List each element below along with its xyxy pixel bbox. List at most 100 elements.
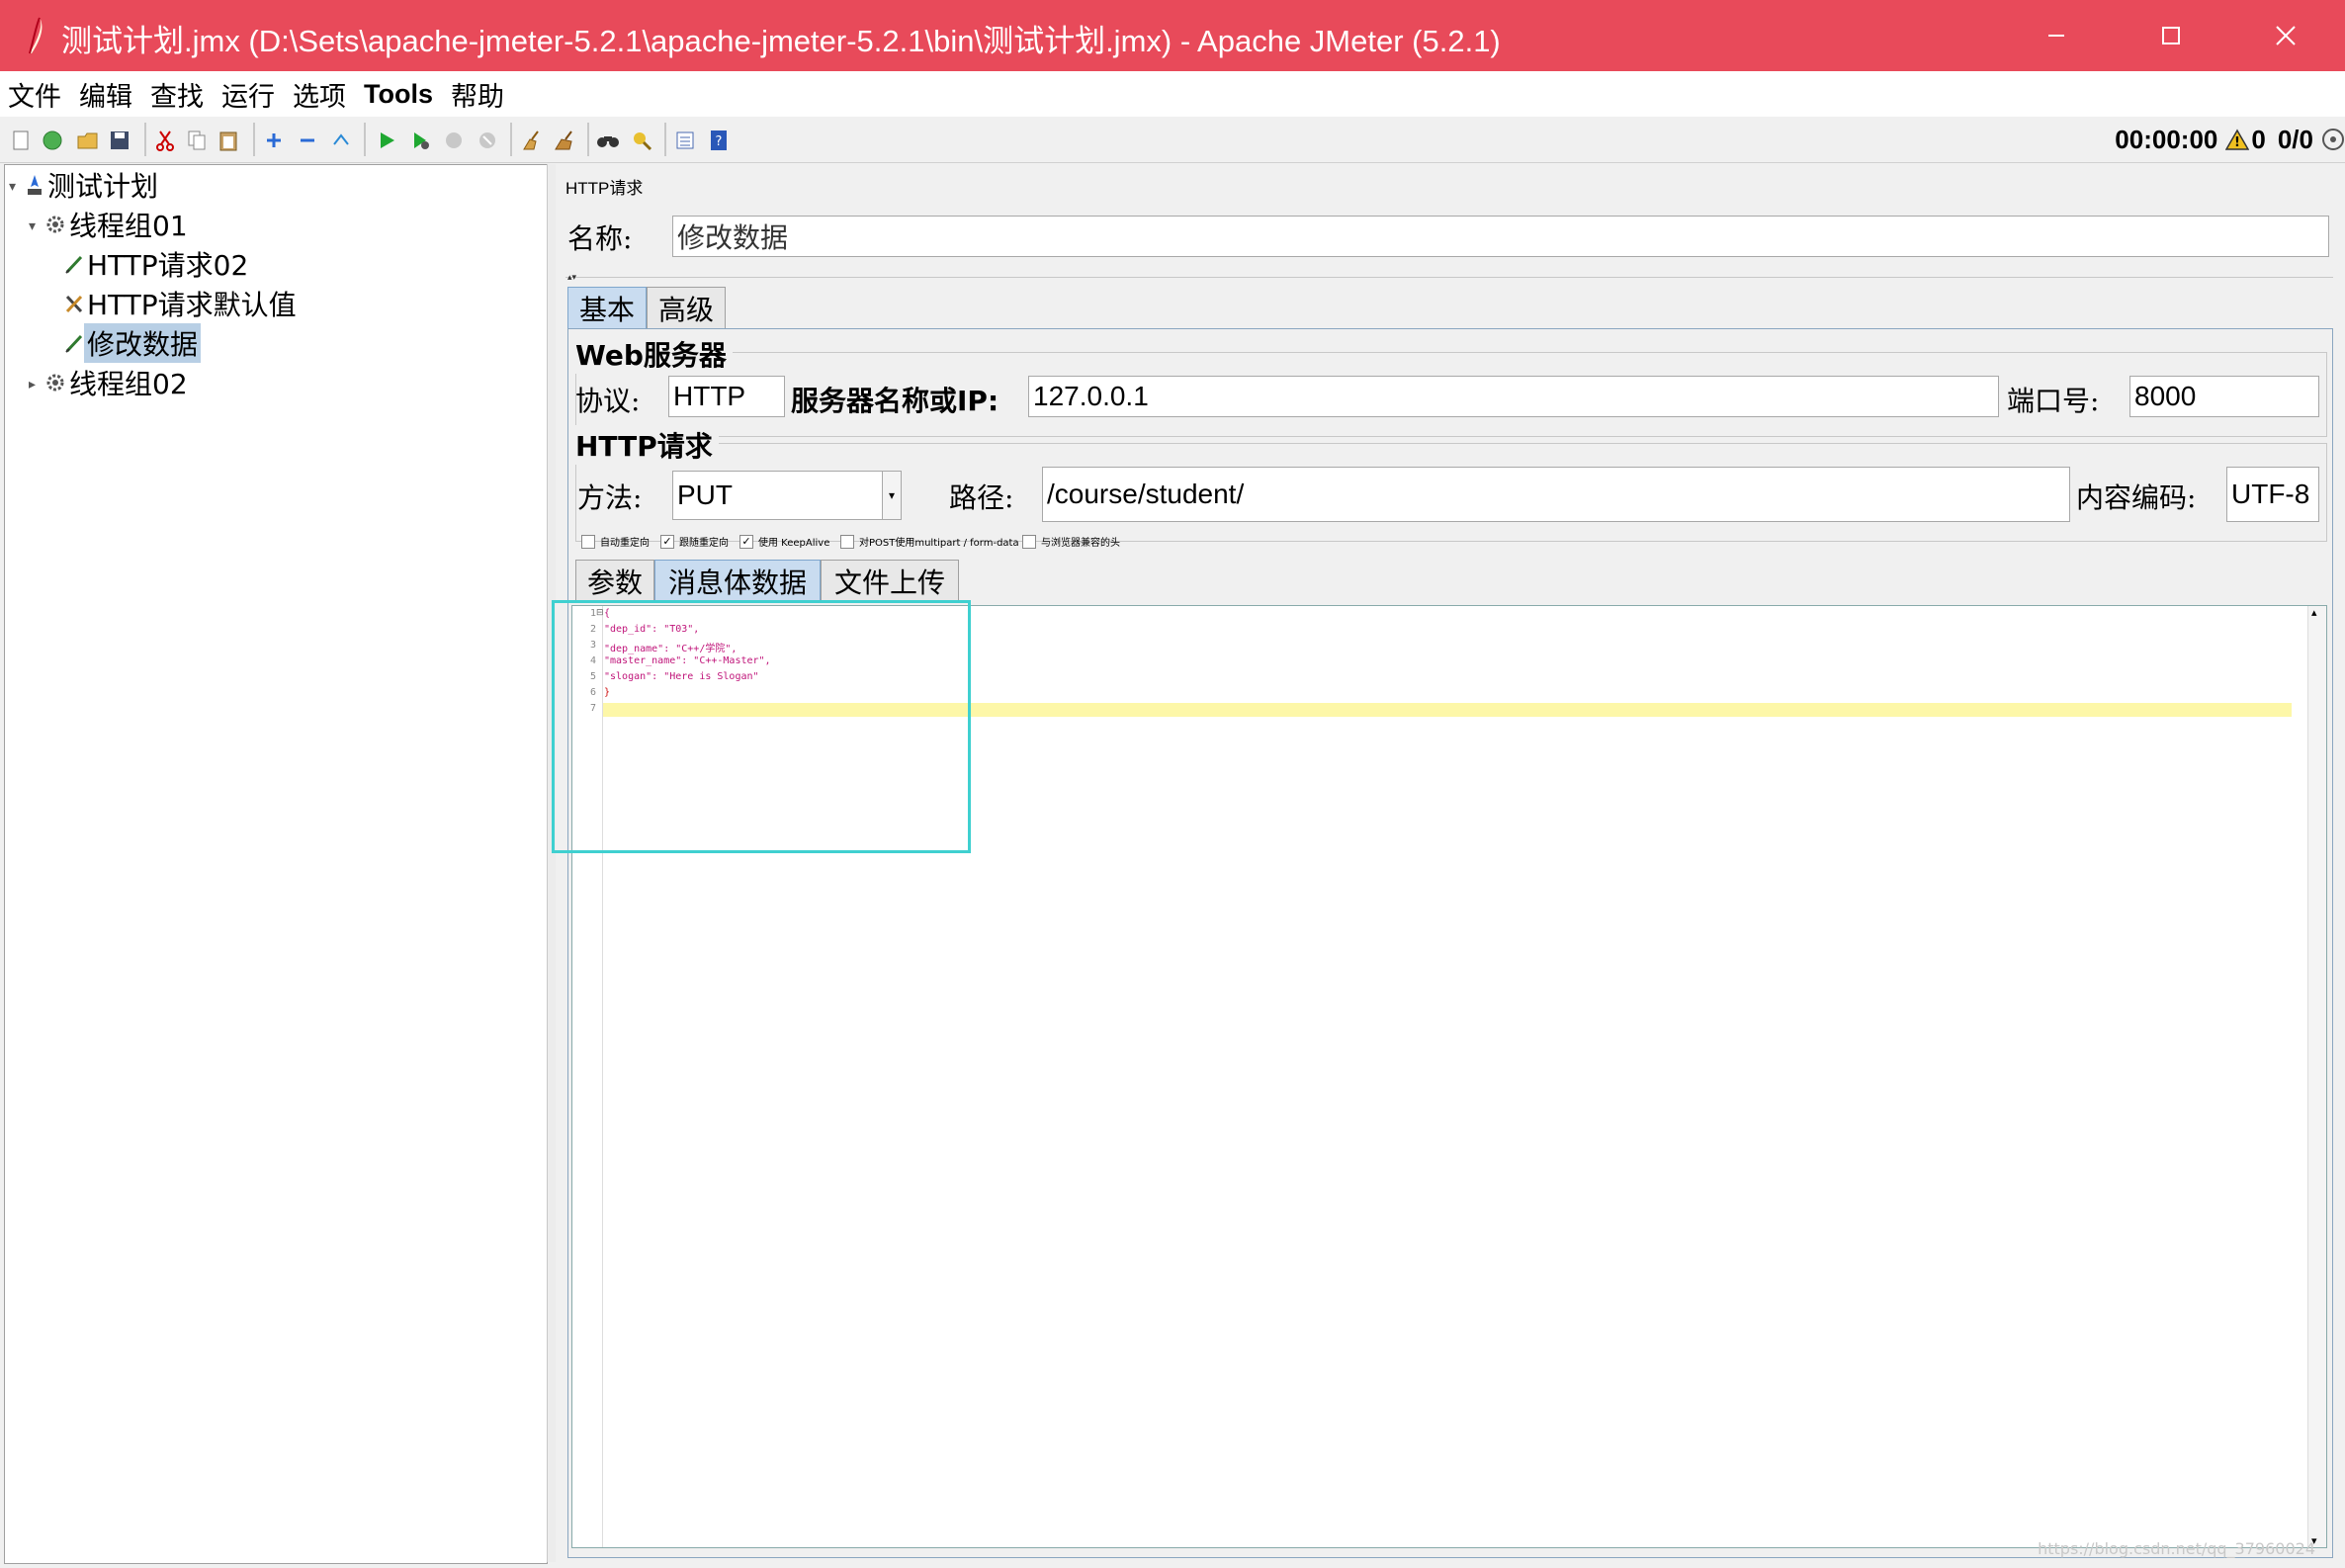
maximize-button[interactable] — [2114, 0, 2228, 71]
cut-button[interactable] — [150, 126, 180, 155]
help-button[interactable]: ? — [704, 126, 734, 155]
web-server-title: Web服务器 — [575, 334, 733, 374]
broom-all-icon — [555, 131, 572, 150]
start-no-pauses-button[interactable] — [405, 126, 435, 155]
tree-node-label: HTTP请求02 — [87, 249, 249, 282]
collapse-all-button[interactable] — [293, 126, 322, 155]
browser-headers-checkbox[interactable]: 与浏览器兼容的头 — [1022, 534, 1120, 549]
protocol-field[interactable]: HTTP — [668, 376, 785, 417]
toolbar-separator — [364, 123, 366, 156]
encoding-field[interactable]: UTF-8 — [2226, 467, 2319, 522]
annotation-highlight-box — [552, 600, 971, 853]
shutdown-button[interactable] — [473, 126, 502, 155]
help-icon: ? — [711, 131, 727, 150]
clear-button[interactable] — [516, 126, 546, 155]
tab-body-data[interactable]: 消息体数据 — [654, 560, 821, 601]
menu-help[interactable]: 帮助 — [443, 75, 510, 114]
open-folder-icon — [77, 132, 98, 149]
copy-button[interactable] — [182, 126, 212, 155]
name-label: 名称: — [567, 222, 633, 255]
menu-options[interactable]: 选项 — [285, 75, 352, 114]
checkbox-box — [581, 534, 595, 549]
tree-node-label: 线程组02 — [69, 368, 188, 400]
port-field[interactable]: 8000 — [2129, 376, 2319, 417]
title-bar: 测试计划.jmx (D:\Sets\apache-jmeter-5.2.1\ap… — [0, 0, 2345, 71]
menu-run[interactable]: 运行 — [214, 75, 281, 114]
templates-icon — [43, 131, 62, 150]
open-button[interactable] — [73, 126, 103, 155]
play-icon — [381, 132, 394, 148]
scroll-up-icon[interactable]: ▴ — [2311, 606, 2317, 619]
templates-button[interactable] — [38, 126, 67, 155]
tree-node-thread-group-01[interactable]: 线程组01 — [44, 207, 191, 242]
menu-tools[interactable]: Tools — [356, 79, 439, 110]
plus-icon — [267, 133, 281, 147]
toggle-button[interactable] — [326, 126, 356, 155]
checkbox-label: 自动重定向 — [600, 538, 650, 549]
close-icon — [2276, 26, 2296, 45]
tab-advanced[interactable]: 高级 — [647, 287, 726, 328]
list-icon — [676, 131, 694, 149]
path-field[interactable]: /course/student/ — [1042, 467, 2070, 522]
tree-toggle-icon[interactable]: ▾ — [29, 218, 36, 234]
binoculars-icon — [597, 136, 619, 147]
minimize-button[interactable] — [1999, 0, 2114, 71]
follow-redirect-checkbox[interactable]: ✓ 跟随重定向 — [660, 534, 729, 549]
collapse-arrows-icon[interactable]: ▴▾ — [567, 273, 576, 283]
tree-node-http-defaults[interactable]: HTTP请求默认值 — [64, 286, 300, 321]
gear-icon — [46, 216, 64, 233]
elapsed-timer: 00:00:00 — [2115, 124, 2218, 154]
reset-search-button[interactable] — [627, 126, 656, 155]
jmeter-feather-icon — [29, 17, 43, 54]
multipart-checkbox[interactable]: 对POST使用multipart / form-data — [840, 534, 1019, 549]
method-select[interactable]: PUT ▾ — [672, 471, 902, 520]
test-plan-tree[interactable]: ▾ 测试计划 ▾ 线程组01 HTTP请求02 HTTP请求默认值 修改数据 ▸… — [4, 164, 548, 1564]
keepalive-checkbox[interactable]: ✓ 使用 KeepAlive — [739, 534, 829, 549]
tree-node-modify-data[interactable]: 修改数据 — [64, 323, 202, 363]
tab-basic[interactable]: 基本 — [567, 287, 647, 328]
tab-file-upload[interactable]: 文件上传 — [821, 560, 959, 601]
encoding-label: 内容编码: — [2076, 481, 2197, 514]
method-value: PUT — [677, 479, 733, 510]
menu-edit[interactable]: 编辑 — [71, 75, 138, 114]
start-button[interactable] — [372, 126, 401, 155]
tree-toggle-icon[interactable]: ▾ — [9, 179, 16, 195]
warning-icon[interactable]: ! — [2225, 129, 2250, 150]
clear-all-button[interactable] — [550, 126, 579, 155]
tree-node-http-request-02[interactable]: HTTP请求02 — [64, 246, 251, 282]
tree-node-test-plan[interactable]: 测试计划 — [25, 167, 161, 203]
pen-icon — [65, 334, 83, 353]
status-globe-icon — [2322, 129, 2344, 150]
tree-node-thread-group-02[interactable]: 线程组02 — [44, 365, 191, 400]
window-title: 测试计划.jmx (D:\Sets\apache-jmeter-5.2.1\ap… — [61, 24, 1501, 58]
save-button[interactable] — [105, 126, 134, 155]
tab-parameters[interactable]: 参数 — [575, 560, 654, 601]
chevron-down-icon[interactable]: ▾ — [882, 472, 901, 519]
status-area: 00:00:00 ! 0 0/0 — [2115, 125, 2345, 154]
minus-icon — [301, 138, 314, 142]
copy-icon — [188, 131, 206, 150]
search-button[interactable] — [593, 126, 623, 155]
tree-toggle-icon[interactable]: ▸ — [29, 377, 36, 392]
menu-search[interactable]: 查找 — [142, 75, 210, 114]
port-label: 端口号: — [2007, 385, 2100, 417]
stop-icon — [446, 132, 462, 148]
vertical-scrollbar[interactable]: ▴ ▾ — [2307, 606, 2326, 1547]
maximize-icon — [2162, 27, 2180, 44]
toolbar-separator — [510, 123, 512, 156]
expand-all-button[interactable] — [259, 126, 289, 155]
paste-button[interactable] — [214, 126, 243, 155]
name-field[interactable]: 修改数据 — [672, 216, 2329, 257]
play-no-pause-icon — [414, 132, 429, 149]
stop-button[interactable] — [439, 126, 469, 155]
close-button[interactable] — [2228, 0, 2343, 71]
pen-icon — [65, 255, 83, 274]
toolbar: ? 00:00:00 ! 0 0/0 — [0, 117, 2345, 163]
auto-redirect-checkbox[interactable]: 自动重定向 — [581, 534, 650, 549]
server-field[interactable]: 127.0.0.1 — [1028, 376, 1999, 417]
menu-file[interactable]: 文件 — [0, 75, 67, 114]
paste-icon — [219, 131, 237, 151]
function-helper-button[interactable] — [670, 126, 700, 155]
checkbox-label: 对POST使用multipart / form-data — [859, 538, 1019, 549]
new-button[interactable] — [6, 126, 36, 155]
